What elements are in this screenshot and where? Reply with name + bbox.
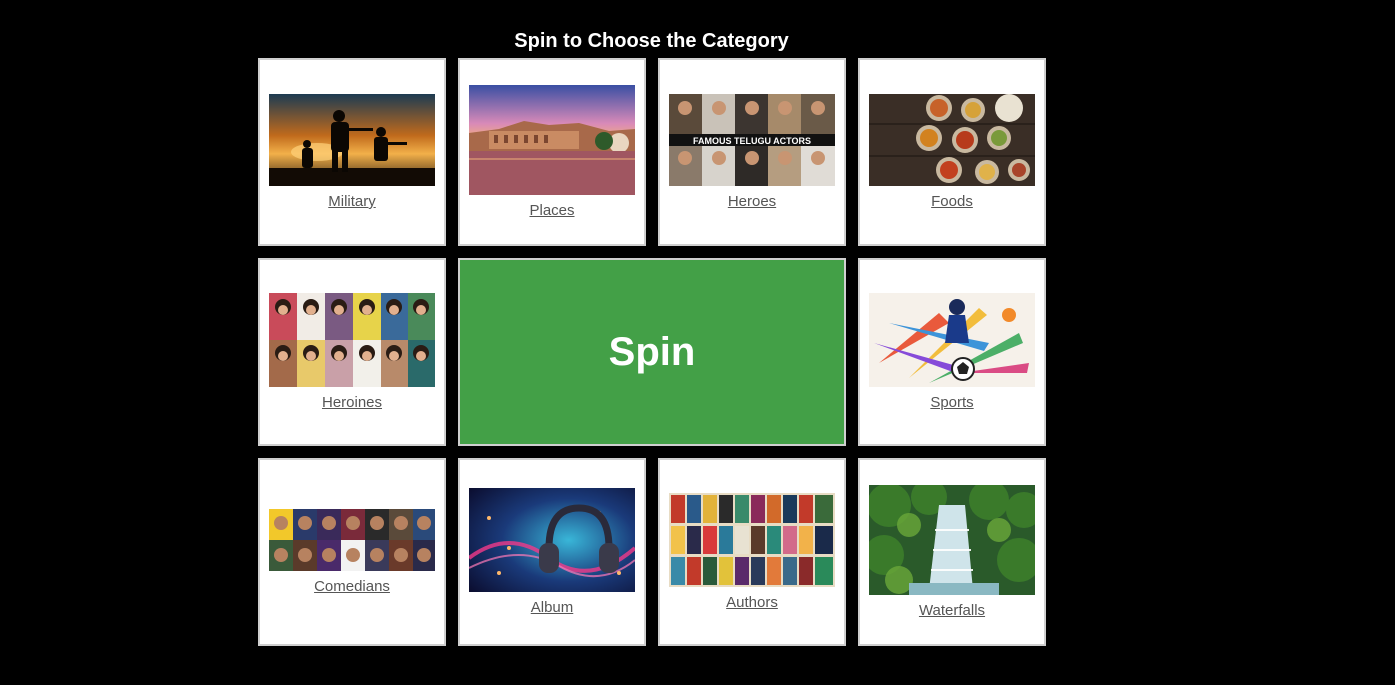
category-label-foods[interactable]: Foods xyxy=(931,193,973,210)
category-label-album[interactable]: Album xyxy=(531,599,574,616)
heroes-banner-text: FAMOUS TELUGU ACTORS xyxy=(693,136,811,146)
category-label-heroines[interactable]: Heroines xyxy=(322,394,382,411)
category-card-military[interactable]: Military xyxy=(258,58,446,246)
category-grid: Military Places FAMOUS TELUGU ACTORS Her… xyxy=(258,58,1046,646)
category-label-places[interactable]: Places xyxy=(529,202,574,219)
military-image xyxy=(269,94,435,186)
comedians-image xyxy=(269,509,435,571)
category-label-sports[interactable]: Sports xyxy=(930,394,973,411)
category-label-authors[interactable]: Authors xyxy=(726,594,778,611)
authors-image xyxy=(669,493,835,587)
page-title: Spin to Choose the Category xyxy=(514,30,789,52)
category-card-heroines[interactable]: Heroines xyxy=(258,258,446,446)
category-card-waterfalls[interactable]: Waterfalls xyxy=(858,458,1046,646)
category-card-sports[interactable]: Sports xyxy=(858,258,1046,446)
heroes-image: FAMOUS TELUGU ACTORS xyxy=(669,94,835,186)
waterfalls-image xyxy=(869,485,1035,595)
album-image xyxy=(469,488,635,592)
category-card-album[interactable]: Album xyxy=(458,458,646,646)
category-card-comedians[interactable]: Comedians xyxy=(258,458,446,646)
category-label-waterfalls[interactable]: Waterfalls xyxy=(919,602,985,619)
category-label-comedians[interactable]: Comedians xyxy=(314,578,390,595)
places-image xyxy=(469,85,635,195)
category-card-foods[interactable]: Foods xyxy=(858,58,1046,246)
foods-image xyxy=(869,94,1035,186)
category-label-heroes[interactable]: Heroes xyxy=(728,193,776,210)
category-card-authors[interactable]: Authors xyxy=(658,458,846,646)
category-label-military[interactable]: Military xyxy=(328,193,376,210)
spin-button[interactable]: Spin xyxy=(458,258,846,446)
heroines-image xyxy=(269,293,435,387)
category-card-heroes[interactable]: FAMOUS TELUGU ACTORS Heroes xyxy=(658,58,846,246)
category-card-places[interactable]: Places xyxy=(458,58,646,246)
sports-image xyxy=(869,293,1035,387)
